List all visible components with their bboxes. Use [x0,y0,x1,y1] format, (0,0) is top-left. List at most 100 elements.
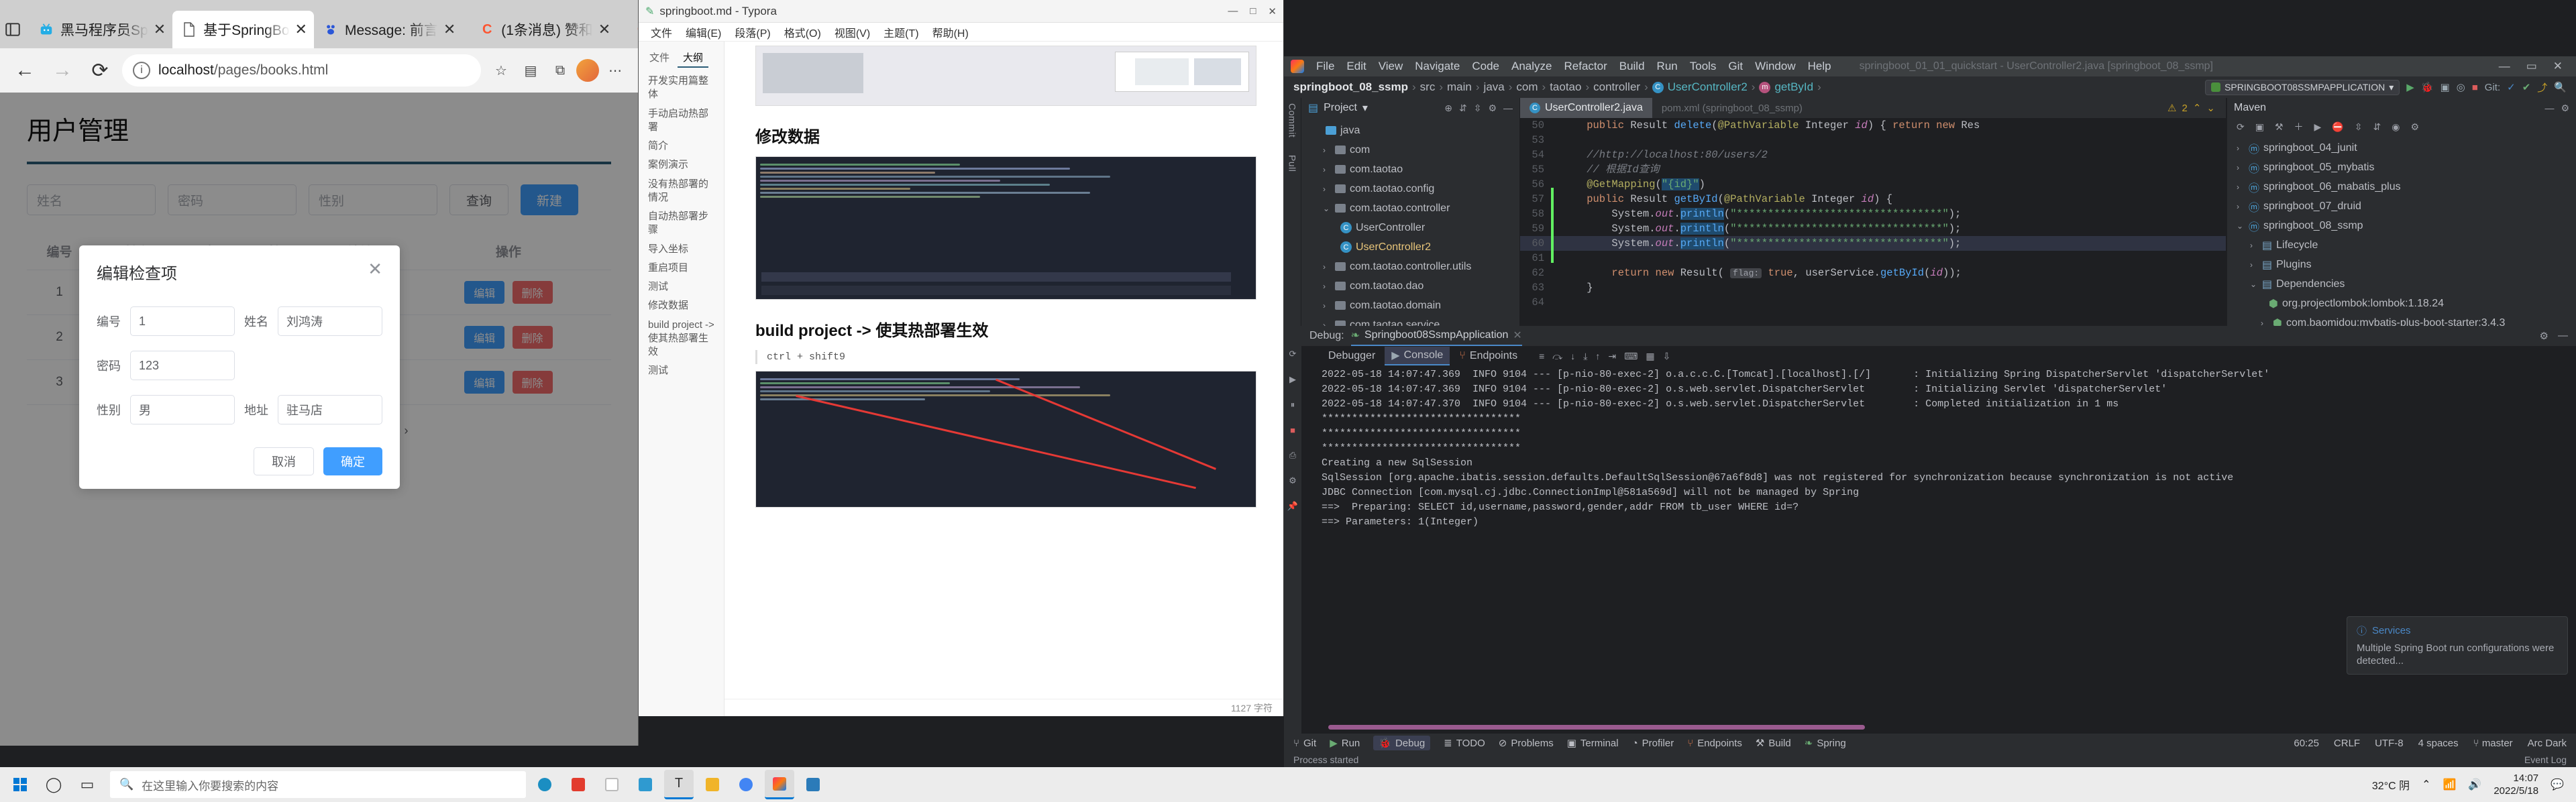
breadcrumb-controller[interactable]: controller [1593,80,1640,94]
typora-minimize-button[interactable]: — [1228,5,1238,17]
tab-actions-icon[interactable] [4,11,21,48]
tree-arrow[interactable]: › [1323,146,1331,155]
file-encoding[interactable]: UTF-8 [2375,738,2404,749]
tree-node-config[interactable]: › com.taotao.config [1301,179,1519,198]
qq-icon[interactable] [564,770,593,799]
outline-item-2[interactable]: 简介 [639,137,724,156]
tool-button-endpoints[interactable]: ⑂ Endpoints [1687,738,1742,749]
tree-node-domain[interactable]: › com.taotao.domain [1301,296,1519,315]
menu-analyze[interactable]: Analyze [1511,60,1552,73]
tree-arrow[interactable]: › [2237,182,2245,192]
inspection-warnings[interactable]: ⚠ 2 ⌃ ⌄ [2167,102,2215,115]
breadcrumb-src[interactable]: src [1420,80,1436,94]
menu-edit[interactable]: 编辑(E) [686,24,721,40]
tree-arrow[interactable]: › [2250,241,2258,250]
maven-node-lombok[interactable]: ⬢ org.projectlombok:lombok:1.18.24 [2227,294,2576,313]
soft-wrap-icon[interactable]: ≡ [1539,351,1544,362]
outline-item-8[interactable]: 测试 [639,278,724,296]
editor-tab-usercontroller2[interactable]: C UserController2.java [1520,98,1652,118]
typora-maximize-button[interactable]: □ [1250,5,1256,17]
print-icon[interactable]: ▦ [1646,351,1654,362]
menu-format[interactable]: 格式(O) [784,24,821,40]
field-input-id[interactable]: 1 [130,306,235,336]
tab-close-icon[interactable]: ✕ [295,21,307,38]
menu-view[interactable]: 视图(V) [835,24,870,40]
browser-tab-4[interactable]: C (1条消息) IDE ✕ [625,11,638,48]
vscode-icon[interactable] [631,770,660,799]
tree-arrow[interactable]: › [1323,301,1331,310]
coverage-icon[interactable]: ▣ [2440,81,2449,93]
menu-run[interactable]: Run [1657,60,1678,73]
breadcrumb-project[interactable]: springboot_08_ssmp [1293,80,1408,94]
tree-arrow[interactable]: › [1323,282,1331,291]
menu-help[interactable]: 帮助(H) [932,24,969,40]
info-icon[interactable]: i [133,62,150,79]
confirm-button[interactable]: 确定 [323,447,382,475]
console-horizontal-scrollbar[interactable] [1328,725,1865,730]
reload-icon[interactable]: ⟳ [85,55,115,86]
taskbar-clock[interactable]: 14:07 2022/5/18 [2493,772,2538,797]
breadcrumb-com[interactable]: com [1516,80,1538,94]
tab-debugger[interactable]: Debugger [1322,348,1382,364]
tray-chevron-icon[interactable]: ⌃ [2422,778,2430,791]
outline-item-9[interactable]: 修改数据 [639,296,724,315]
breadcrumb-java[interactable]: java [1484,80,1505,94]
tool-button-git[interactable]: ⑂ Git [1293,738,1316,749]
menu-navigate[interactable]: Navigate [1415,60,1460,73]
extensions-icon[interactable]: ⧉ [547,57,574,84]
outline-item-0[interactable]: 开发实用篇整体 [639,72,724,105]
settings-icon[interactable]: ⚙ [2540,330,2548,342]
maven-node-0[interactable]: › ⓜ springboot_04_junit [2227,138,2576,158]
tree-arrow[interactable]: › [2237,144,2245,153]
collapse-all-icon[interactable]: ⇵ [1459,103,1467,114]
expand-all-icon[interactable]: ⇳ [1474,103,1482,114]
maven-node-2[interactable]: › ⓜ springboot_06_mabatis_plus [2227,177,2576,196]
tree-arrow[interactable]: › [2250,260,2258,270]
field-input-name[interactable]: 刘鸿涛 [278,306,382,336]
code-editor[interactable]: C UserController2.java pom.xml (springbo… [1520,98,2226,347]
code-lines[interactable]: 50 public Result delete(@PathVariable In… [1520,118,2226,310]
profiler-icon[interactable]: ◎ [2457,81,2465,93]
breadcrumb-main[interactable]: main [1447,80,1472,94]
menu-build[interactable]: Build [1619,60,1645,73]
browser-tab-1[interactable]: 基于SpringBo ✕ [172,11,314,48]
tab-endpoints[interactable]: ⑂ Endpoints [1452,348,1524,364]
scroll-from-source-icon[interactable]: ⊕ [1444,103,1452,114]
tree-arrow[interactable]: › [2237,163,2245,172]
debug-session-tab[interactable]: ❧ Springboot08SsmpApplication ✕ [1350,326,1522,346]
outline-item-10[interactable]: build project -> 使其热部署生效 [639,316,724,362]
favorite-star-icon[interactable]: ☆ [488,57,515,84]
more-options-icon[interactable]: ⋯ [602,57,629,84]
maven-node-lifecycle[interactable]: › ▤ Lifecycle [2227,235,2576,255]
avatar[interactable] [576,59,599,82]
tree-arrow[interactable]: › [1323,184,1331,194]
forward-arrow-icon[interactable]: → [47,55,78,86]
stop-icon[interactable]: ■ [2472,82,2478,93]
event-log-button[interactable]: Event Log [2524,754,2567,765]
settings-icon[interactable]: ⚙ [1289,475,1297,486]
expand-icon[interactable]: ⇳ [2355,121,2363,133]
cancel-button[interactable]: 取消 [254,447,314,475]
menu-paragraph[interactable]: 段落(P) [735,24,770,40]
outline-item-11[interactable]: 测试 [639,361,724,380]
idea-minimize-button[interactable]: — [2499,60,2510,73]
typora-editor[interactable]: 修改数据 build project -> 使其热部署生效 ctrl + shi… [724,42,1283,716]
step-out-icon[interactable]: ↑ [1595,351,1600,362]
settings-icon[interactable]: ⚙ [1488,103,1497,114]
evaluate-icon[interactable]: ⌨ [1624,351,1638,362]
run-maven-icon[interactable]: ▶ [2314,121,2322,133]
menu-help[interactable]: Help [1808,60,1831,73]
outline-item-3[interactable]: 案例演示 [639,156,724,174]
collections-icon[interactable]: ▤ [517,57,544,84]
breadcrumb-taotao[interactable]: taotao [1550,80,1581,94]
address-bar[interactable]: i localhost/pages/books.html [122,54,481,87]
menu-tools[interactable]: Tools [1690,60,1717,73]
show-dependencies-icon[interactable]: ◉ [2392,121,2400,133]
search-icon[interactable]: 🔍 [2554,81,2567,93]
git-commit-icon[interactable]: ✔ [2522,81,2531,93]
rerun-icon[interactable]: ⟳ [1289,349,1297,359]
pause-icon[interactable]: ⏸ [1291,400,1295,410]
folder-icon[interactable] [698,770,727,799]
tree-arrow[interactable]: › [2237,202,2245,211]
tree-arrow[interactable]: ⌄ [2237,221,2245,231]
